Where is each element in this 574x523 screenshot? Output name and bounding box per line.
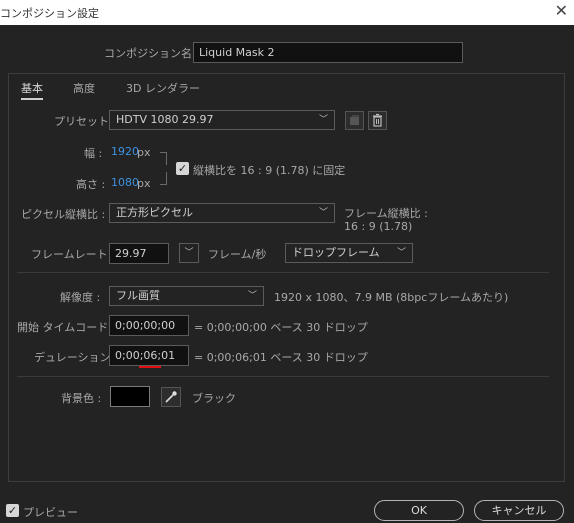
height-label: 高さ :	[76, 178, 106, 191]
save-preset-icon[interactable]	[345, 111, 364, 130]
duration-info: = 0;00;06;01 ベース 30 ドロップ	[194, 351, 368, 364]
preset-label: プリセット :	[54, 115, 117, 128]
duration-input[interactable]: 0;00;06;01	[109, 345, 189, 366]
tab-basic[interactable]: 基本	[21, 80, 43, 100]
chevron-down-icon: ﹀	[247, 291, 257, 301]
bg-color-swatch[interactable]	[110, 386, 150, 407]
frame-rate-input[interactable]: 29.97	[109, 243, 169, 264]
resolution-value: フル画質	[116, 289, 160, 302]
tab-3d-renderer[interactable]: 3D レンダラー	[126, 80, 200, 96]
cancel-button[interactable]: キャンセル	[474, 500, 564, 521]
aspect-lock-label: 縦横比を 16 : 9 (1.78) に固定	[193, 164, 346, 177]
frame-aspect-label: フレーム縦横比 :	[344, 207, 428, 220]
height-unit: px	[137, 177, 151, 190]
close-icon[interactable]: ✕	[555, 2, 568, 20]
frame-rate-label: フレームレート :	[31, 248, 115, 261]
eyedropper-icon[interactable]	[161, 387, 181, 407]
tab-advanced[interactable]: 高度	[73, 80, 95, 96]
pixel-aspect-label: ピクセル縦横比 :	[21, 208, 106, 221]
resolution-info: 1920 x 1080、7.9 MB (8bpcフレームあたり)	[274, 291, 509, 304]
divider	[17, 376, 549, 377]
chevron-down-icon: ﹀	[318, 115, 328, 125]
comp-name-label: コンポジション名 :	[104, 47, 200, 60]
divider	[17, 272, 549, 273]
duration-label: デュレーション :	[34, 351, 118, 364]
chevron-down-icon: ﹀	[318, 208, 328, 218]
preview-checkbox[interactable]: ✓	[6, 504, 19, 517]
width-label: 幅 :	[84, 147, 103, 160]
duration-red-underline	[139, 366, 161, 368]
width-unit: px	[137, 146, 151, 159]
width-value[interactable]: 1920	[111, 145, 139, 158]
start-timecode-input[interactable]: 0;00;00;00	[109, 315, 189, 336]
resolution-dropdown[interactable]: フル画質 ﹀	[109, 286, 264, 306]
start-timecode-info: = 0;00;00;00 ベース 30 ドロップ	[194, 321, 368, 334]
delete-preset-icon[interactable]	[368, 111, 387, 130]
drop-frame-value: ドロップフレーム	[292, 246, 380, 259]
tab-panel	[8, 73, 565, 482]
preset-value: HDTV 1080 29.97	[116, 113, 214, 126]
link-bracket	[160, 172, 167, 185]
frame-rate-unit: フレーム/秒	[208, 248, 267, 261]
preset-dropdown[interactable]: HDTV 1080 29.97 ﹀	[109, 110, 335, 130]
pixel-aspect-dropdown[interactable]: 正方形ピクセル ﹀	[109, 203, 335, 223]
frame-rate-dropdown-icon[interactable]: ﹀	[179, 243, 199, 263]
start-timecode-label: 開始 タイムコード :	[17, 321, 116, 334]
resolution-label: 解像度 :	[60, 291, 101, 304]
preview-label: プレビュー	[23, 506, 78, 519]
comp-name-input[interactable]: Liquid Mask 2	[193, 42, 463, 63]
bg-color-name: ブラック	[192, 392, 236, 405]
height-value[interactable]: 1080	[111, 176, 139, 189]
bg-color-label: 背景色 :	[61, 392, 102, 405]
ok-button[interactable]: OK	[374, 500, 464, 521]
pixel-aspect-value: 正方形ピクセル	[116, 206, 193, 219]
title-bar: コンポジション設定 ✕	[0, 0, 574, 25]
aspect-lock-checkbox[interactable]: ✓	[176, 162, 189, 175]
link-bracket	[160, 152, 167, 165]
drop-frame-dropdown[interactable]: ドロップフレーム ﹀	[285, 243, 413, 263]
frame-aspect-value: 16 : 9 (1.78)	[344, 220, 413, 233]
chevron-down-icon: ﹀	[396, 248, 406, 258]
window-title: コンポジション設定	[0, 7, 99, 20]
